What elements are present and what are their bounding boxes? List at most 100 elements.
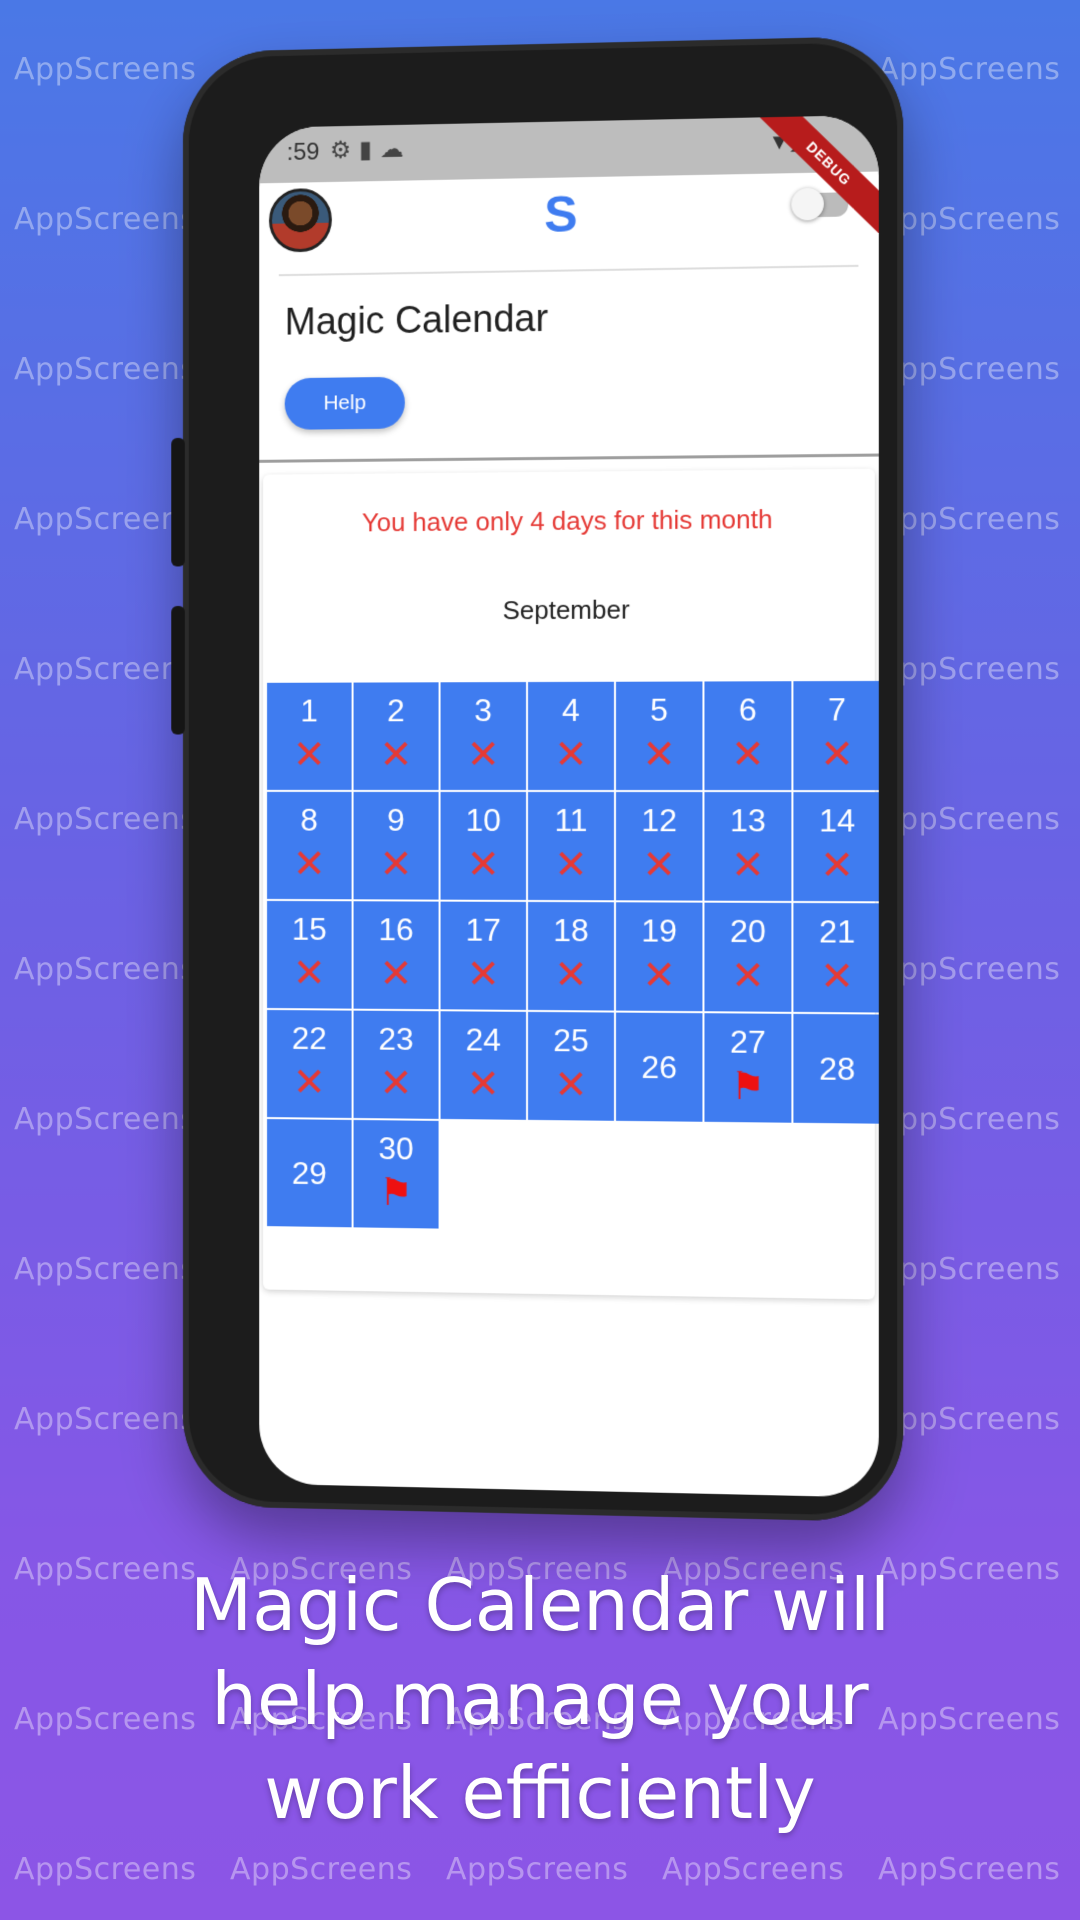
cloud-icon: ☁: [379, 135, 412, 164]
calendar-day[interactable]: 22 ✕: [267, 1009, 352, 1118]
watermark-text: AppScreens: [14, 502, 197, 537]
month-label: September: [502, 594, 630, 626]
watermark-text: AppScreens: [878, 952, 1061, 987]
watermark-text: AppScreens: [14, 952, 197, 987]
calendar-day[interactable]: 24 ✕: [440, 1011, 527, 1120]
calendar-day[interactable]: 5 ✕: [616, 681, 703, 791]
cross-icon: ✕: [642, 953, 677, 998]
calendar-day[interactable]: 26: [616, 1012, 703, 1122]
cross-icon: ✕: [466, 952, 500, 997]
gear-icon: ⚙: [329, 136, 359, 165]
section-divider: [259, 453, 879, 463]
watermark-text: AppScreens: [14, 652, 197, 687]
watermark-text: AppScreens: [14, 202, 197, 237]
phone-frame: :59 ⚙▮☁ ▼◢ DEBUG S Magic Calendar Help Y…: [171, 35, 904, 1523]
cross-icon: ✕: [292, 733, 326, 778]
cross-icon: ✕: [554, 1063, 588, 1108]
day-number: 30: [378, 1130, 414, 1167]
watermark-text: AppScreens: [878, 802, 1061, 837]
volume-button: [171, 437, 185, 567]
day-number: 10: [465, 801, 501, 838]
page-title: Magic Calendar: [284, 297, 549, 344]
watermark-text: AppScreens: [878, 352, 1061, 387]
app-bar: S: [259, 172, 879, 275]
watermark-text: AppScreens: [446, 1852, 629, 1887]
day-number: 12: [641, 802, 678, 839]
calendar-day[interactable]: 20 ✕: [704, 902, 792, 1012]
calendar-day[interactable]: 14 ✕: [793, 792, 879, 902]
calendar-day[interactable]: 12 ✕: [616, 792, 703, 901]
calendar-day[interactable]: 3 ✕: [440, 682, 527, 790]
calendar-day[interactable]: 29: [267, 1119, 352, 1228]
day-number: 16: [378, 911, 414, 948]
tagline-line: help manage your: [211, 1657, 869, 1741]
calendar-day[interactable]: 25 ✕: [528, 1011, 614, 1121]
watermark-text: AppScreens: [878, 1402, 1061, 1437]
calendar-day[interactable]: 11 ✕: [528, 791, 614, 901]
cross-icon: ✕: [730, 954, 765, 999]
status-time: :59: [286, 138, 320, 166]
cross-icon: ✕: [466, 842, 500, 887]
calendar-day[interactable]: 13 ✕: [704, 792, 792, 901]
help-button[interactable]: Help: [284, 376, 405, 430]
calendar-day[interactable]: 7 ✕: [793, 680, 879, 791]
calendar-day[interactable]: 16 ✕: [353, 901, 439, 1010]
calendar-day[interactable]: 9 ✕: [353, 791, 439, 900]
cross-icon: ✕: [379, 952, 413, 997]
cross-icon: ✕: [466, 1062, 500, 1107]
watermark-text: AppScreens: [14, 1252, 197, 1287]
watermark-text: AppScreens: [14, 1102, 197, 1137]
calendar-day[interactable]: 18 ✕: [528, 901, 614, 1011]
cross-icon: ✕: [554, 953, 588, 998]
calendar-day[interactable]: 4 ✕: [528, 681, 614, 791]
sim-icon: ▮: [358, 136, 380, 164]
calendar-day[interactable]: 10 ✕: [440, 791, 527, 900]
calendar-day[interactable]: 8 ✕: [267, 791, 352, 900]
calendar-day[interactable]: 2 ✕: [353, 682, 439, 790]
cross-icon: ✕: [292, 842, 326, 887]
calendar-day[interactable]: 21 ✕: [793, 902, 879, 1013]
watermark-text: AppScreens: [878, 1102, 1061, 1137]
day-number: 9: [387, 801, 405, 838]
day-number: 26: [641, 1048, 678, 1085]
tagline-line: work efficiently: [264, 1751, 816, 1835]
calendar-day[interactable]: 1 ✕: [267, 682, 352, 790]
calendar-day[interactable]: 17 ✕: [440, 901, 527, 1010]
watermark-text: AppScreens: [14, 802, 197, 837]
app-screen: :59 ⚙▮☁ ▼◢ DEBUG S Magic Calendar Help Y…: [259, 114, 879, 1498]
cross-icon: ✕: [292, 1060, 326, 1105]
calendar-day[interactable]: 27 ⚑: [704, 1013, 792, 1123]
cross-icon: ✕: [730, 732, 765, 777]
day-number: 18: [553, 912, 589, 949]
day-number: 8: [300, 801, 318, 838]
day-number: 6: [738, 691, 757, 728]
day-number: 25: [553, 1022, 589, 1059]
status-icons: ⚙▮☁: [330, 135, 412, 165]
day-number: 7: [828, 691, 847, 728]
watermark-text: AppScreens: [878, 502, 1061, 537]
day-number: 19: [641, 912, 678, 949]
days-warning: You have only 4 days for this month: [361, 503, 773, 538]
calendar-day[interactable]: 30 ⚑: [353, 1119, 439, 1229]
day-number: 3: [474, 692, 493, 729]
calendar-day[interactable]: 6 ✕: [704, 681, 792, 791]
calendar-day[interactable]: 15 ✕: [267, 900, 352, 1009]
watermark-text: AppScreens: [878, 652, 1061, 687]
avatar[interactable]: [269, 187, 332, 253]
calendar-day[interactable]: 28: [793, 1013, 879, 1124]
watermark-text: AppScreens: [878, 1852, 1061, 1887]
calendar-day[interactable]: 23 ✕: [353, 1010, 439, 1119]
cross-icon: ✕: [379, 1061, 413, 1106]
cross-icon: ✕: [642, 843, 677, 888]
cross-icon: ✕: [554, 732, 588, 777]
calendar-day[interactable]: 19 ✕: [616, 902, 703, 1012]
cross-icon: ✕: [820, 843, 855, 889]
cross-icon: ✕: [820, 954, 855, 1000]
day-number: 20: [729, 912, 766, 950]
watermark-text: AppScreens: [14, 1402, 197, 1437]
watermark-text: AppScreens: [14, 352, 197, 387]
day-number: 22: [291, 1020, 327, 1057]
cross-icon: ✕: [730, 843, 765, 888]
day-number: 1: [300, 692, 318, 729]
watermark-text: AppScreens: [878, 52, 1061, 87]
